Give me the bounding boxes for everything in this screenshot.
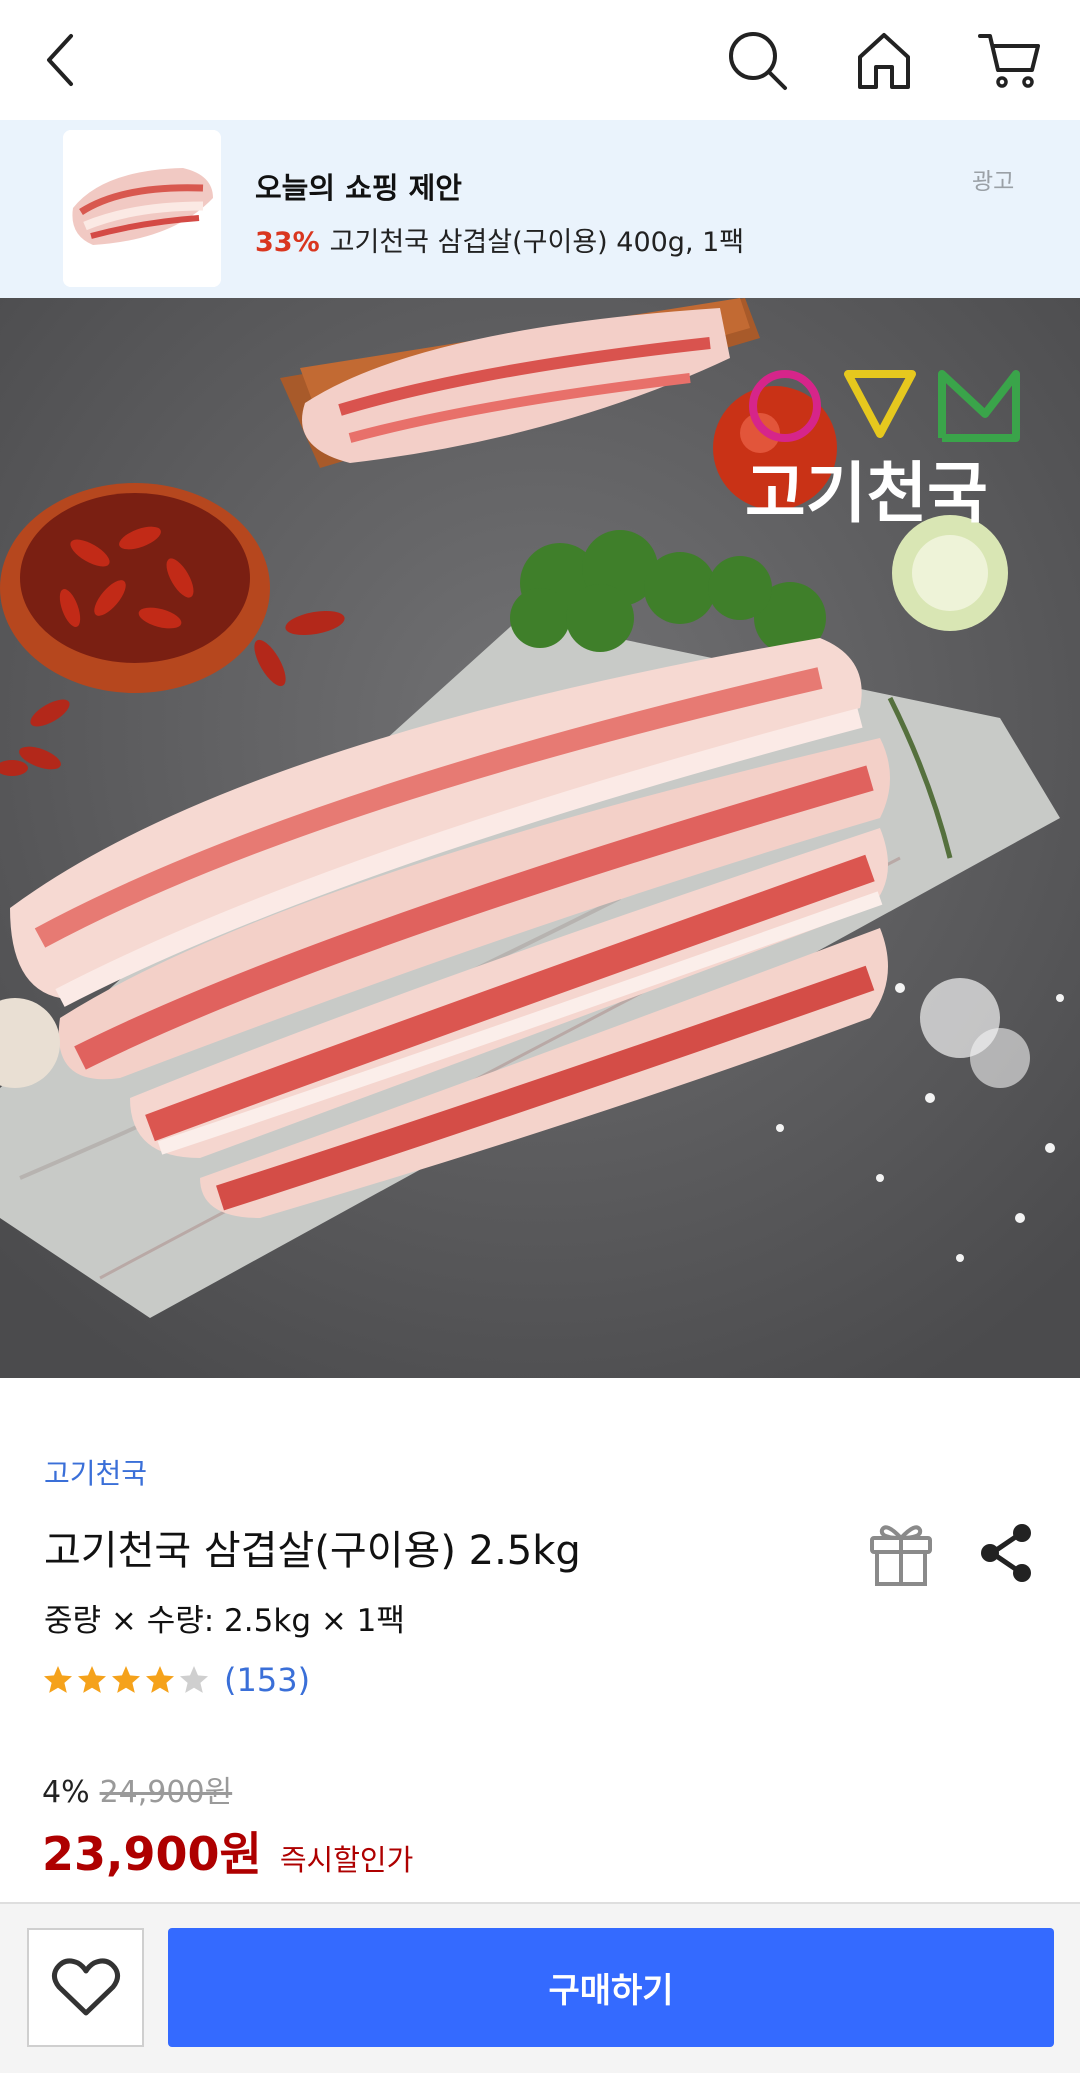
product-title: 고기천국 삼겹살(구이용) 2.5kg bbox=[44, 1528, 581, 1574]
ad-product-name: 고기천국 삼겹살(구이용) 400g, 1팩 bbox=[329, 227, 745, 258]
ad-thumbnail[interactable] bbox=[63, 130, 221, 287]
star-filled-icon bbox=[78, 1666, 106, 1693]
price-row: 23,900원 즉시할인가 bbox=[42, 1818, 413, 1884]
rating-stars[interactable]: (153) bbox=[42, 1660, 310, 1700]
back-button[interactable] bbox=[22, 20, 102, 100]
sale-price: 23,900원 bbox=[42, 1827, 262, 1881]
ad-tag: 광고 bbox=[972, 169, 1015, 195]
heart-icon bbox=[51, 1957, 120, 2015]
discount-row: 4% 24,900원 bbox=[42, 1767, 232, 1811]
search-button[interactable] bbox=[717, 20, 797, 100]
share-button[interactable] bbox=[978, 1522, 1034, 1584]
home-icon bbox=[858, 33, 910, 89]
star-empty-icon bbox=[180, 1666, 208, 1693]
buy-now-button[interactable]: 구매하기 bbox=[168, 1928, 1054, 2047]
gift-icon bbox=[870, 1525, 932, 1586]
star-filled-icon bbox=[44, 1666, 72, 1693]
discount-rate: 4% bbox=[42, 1775, 90, 1810]
share-icon bbox=[981, 1524, 1031, 1582]
chevron-left-icon bbox=[47, 34, 73, 86]
hero-logo-text: 고기천국 bbox=[745, 455, 988, 532]
search-icon bbox=[729, 32, 787, 90]
gift-button[interactable] bbox=[868, 1518, 934, 1588]
brand-link[interactable]: 고기천국 bbox=[44, 1452, 147, 1492]
product-option: 중량 × 수량: 2.5kg × 1팩 bbox=[44, 1603, 405, 1639]
instant-discount-label: 즉시할인가 bbox=[279, 1843, 414, 1877]
product-image[interactable]: 고기천국 bbox=[0, 298, 1080, 1378]
cart-icon bbox=[978, 34, 1040, 88]
ad-product-line[interactable]: 33% 고기천국 삼겹살(구이용) 400g, 1팩 bbox=[255, 220, 744, 259]
top-navigation-bar bbox=[0, 0, 1080, 120]
star-filled-icon bbox=[112, 1666, 140, 1693]
original-price: 24,900원 bbox=[99, 1775, 233, 1810]
home-button[interactable] bbox=[844, 20, 924, 100]
cart-button[interactable] bbox=[970, 20, 1050, 100]
ad-discount: 33% bbox=[255, 227, 320, 258]
ad-title: 오늘의 쇼핑 제안 bbox=[255, 171, 462, 205]
wishlist-button[interactable] bbox=[27, 1928, 144, 2047]
review-count[interactable]: (153) bbox=[224, 1661, 310, 1699]
star-filled-icon bbox=[146, 1666, 174, 1693]
